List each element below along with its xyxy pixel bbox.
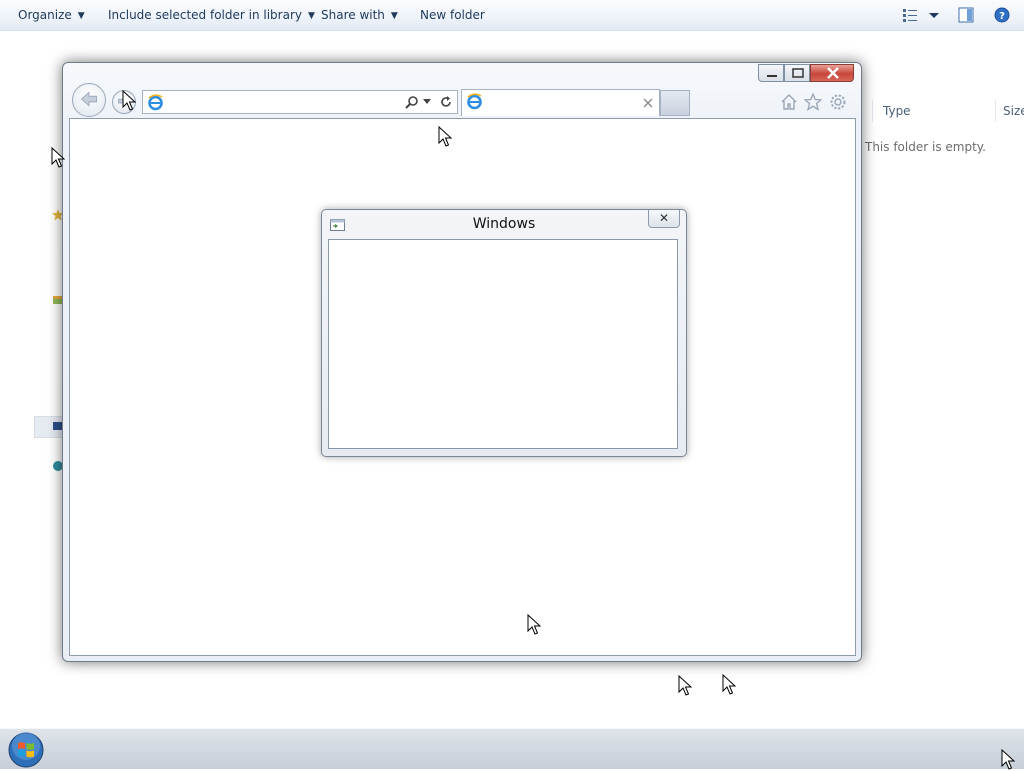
dialog-close-button[interactable]: ✕	[648, 210, 680, 228]
preview-pane-icon[interactable]	[958, 7, 974, 23]
new-folder-label: New folder	[420, 8, 485, 22]
dropdown-arrow-icon: ▼	[77, 11, 85, 21]
address-input[interactable]	[167, 93, 401, 113]
mouse-cursor-icon	[122, 90, 136, 111]
start-button[interactable]	[8, 732, 44, 768]
share-with-label: Share with	[321, 8, 385, 22]
restore-button[interactable]	[784, 64, 810, 82]
empty-folder-message: This folder is empty.	[865, 140, 986, 154]
close-icon	[827, 67, 839, 79]
explorer-command-bar: Organize ▼ Include selected folder in lib…	[0, 0, 1024, 31]
share-with-button[interactable]: Share with ▼	[321, 0, 398, 30]
address-dropdown-icon[interactable]	[423, 99, 431, 105]
gear-icon[interactable]	[829, 93, 847, 111]
restore-icon	[792, 68, 804, 78]
include-in-library-button[interactable]: Include selected folder in library ▼	[108, 0, 315, 30]
mouse-cursor-icon	[438, 126, 452, 147]
search-icon[interactable]	[405, 95, 419, 109]
change-view-icon[interactable]	[902, 7, 918, 23]
dialog-title: Windows	[472, 216, 536, 232]
taskbar	[0, 728, 1024, 770]
column-header-size[interactable]: Size	[1003, 104, 1024, 118]
refresh-icon[interactable]	[439, 95, 453, 109]
column-separator	[995, 100, 996, 122]
mouse-cursor-icon	[527, 614, 541, 635]
mouse-cursor-icon	[678, 675, 692, 696]
dropdown-arrow-icon: ▼	[390, 11, 398, 21]
column-header-type[interactable]: Type	[883, 104, 911, 118]
address-bar[interactable]	[142, 90, 458, 114]
dropdown-arrow-icon: ▼	[307, 11, 315, 21]
minimize-icon	[767, 75, 777, 77]
mouse-cursor-icon	[51, 147, 65, 168]
tab-title	[486, 92, 640, 112]
more-options-arrow-icon[interactable]	[926, 7, 942, 23]
internet-explorer-logo-icon	[467, 93, 482, 110]
internet-explorer-logo-icon	[148, 94, 163, 111]
help-icon[interactable]: ?	[994, 7, 1010, 23]
back-button[interactable]	[72, 83, 106, 117]
favorites-star-icon[interactable]	[804, 93, 822, 111]
include-in-library-label: Include selected folder in library	[108, 8, 302, 22]
back-icon	[80, 91, 97, 107]
browser-tab[interactable]	[461, 89, 660, 116]
organize-button[interactable]: Organize ▼	[18, 0, 85, 30]
column-separator	[872, 100, 873, 122]
svg-text:?: ?	[999, 11, 1005, 22]
new-tab-button[interactable]	[660, 90, 690, 116]
organize-label: Organize	[18, 8, 72, 22]
minimize-button[interactable]	[758, 64, 784, 82]
close-window-button[interactable]	[810, 64, 854, 82]
dialog-body[interactable]	[328, 239, 678, 449]
close-tab-icon[interactable]	[643, 98, 653, 108]
close-icon: ✕	[658, 211, 670, 225]
windows-dialog: Windows ✕	[321, 209, 687, 457]
mouse-cursor-icon	[722, 674, 736, 695]
home-icon[interactable]	[780, 93, 798, 111]
new-folder-button[interactable]: New folder	[420, 0, 485, 30]
